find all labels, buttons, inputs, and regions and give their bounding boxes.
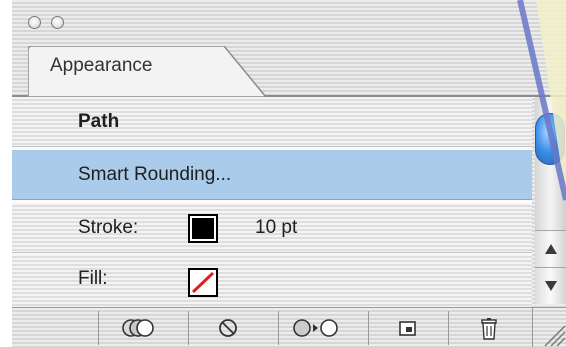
scroll-down-button[interactable] [535, 267, 566, 304]
appearance-list: Path Smart Rounding... Stroke: 10 pt Fil… [12, 97, 532, 307]
clear-appearance-button[interactable] [188, 311, 268, 345]
vertical-scrollbar[interactable] [532, 97, 566, 307]
resize-grip-icon [544, 325, 566, 347]
smart-rounding-label: Smart Rounding... [78, 164, 232, 185]
scroll-thumb[interactable] [535, 113, 565, 165]
stroke-label: Stroke: [78, 217, 139, 238]
new-art-basic-appearance-icon [122, 319, 154, 337]
delete-item-button[interactable] [448, 311, 528, 345]
title-bar[interactable] [12, 0, 566, 40]
tab-appearance[interactable]: Appearance [28, 46, 268, 98]
bottom-toolbar [12, 307, 566, 347]
close-window-button[interactable] [28, 16, 41, 29]
list-item-smart-rounding[interactable]: Smart Rounding... [12, 150, 532, 200]
zoom-window-button[interactable] [51, 16, 64, 29]
stroke-weight-value: 10 pt [255, 217, 298, 238]
duplicate-item-button[interactable] [368, 311, 448, 345]
triangle-down-icon [545, 281, 557, 291]
reduce-to-basic-appearance-button[interactable] [278, 311, 358, 345]
list-item-stroke[interactable]: Stroke: 10 pt [12, 203, 532, 253]
trash-icon [481, 318, 497, 340]
tab-strip: Appearance [12, 40, 566, 98]
tab-label: Appearance [50, 55, 153, 76]
scroll-up-button[interactable] [535, 230, 566, 267]
path-label: Path [78, 111, 120, 132]
list-item-path[interactable]: Path [12, 97, 532, 147]
fill-label: Fill: [78, 268, 108, 289]
resize-grip[interactable] [532, 308, 566, 347]
none-slash-icon [191, 271, 215, 294]
clear-appearance-icon [219, 319, 237, 337]
list-item-fill[interactable]: Fill: [12, 254, 532, 307]
triangle-up-icon [545, 244, 557, 254]
fill-none-swatch[interactable] [188, 268, 218, 297]
duplicate-item-icon [399, 321, 416, 336]
stroke-color-swatch[interactable] [188, 214, 218, 243]
new-art-basic-appearance-button[interactable] [98, 311, 178, 345]
appearance-window: Appearance Path Smart Rounding... Stroke… [12, 0, 566, 347]
reduce-to-basic-appearance-icon [293, 319, 338, 337]
